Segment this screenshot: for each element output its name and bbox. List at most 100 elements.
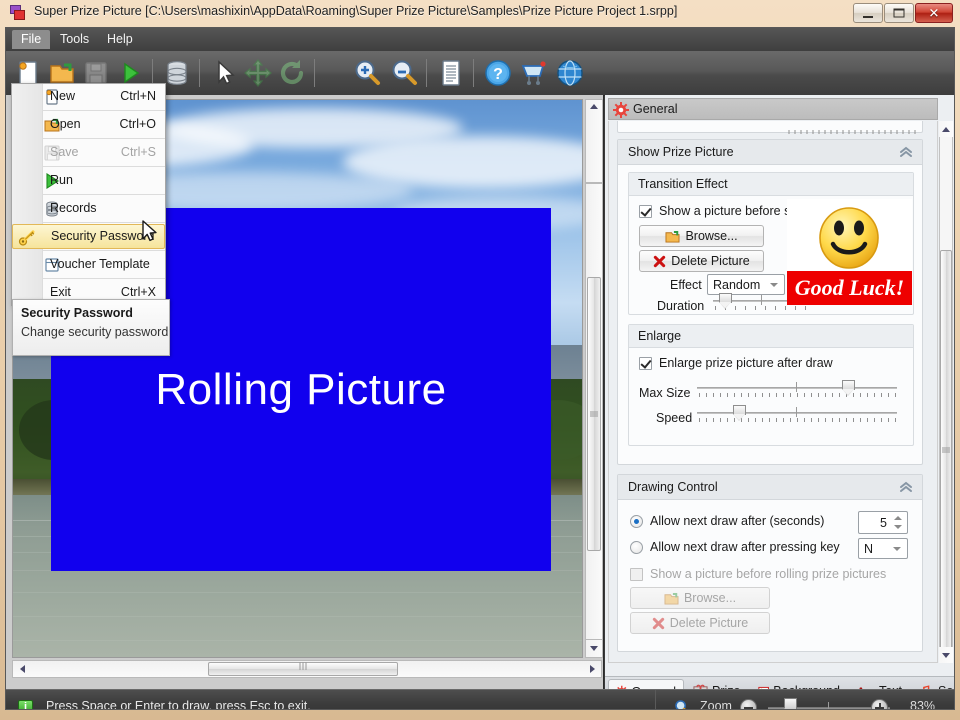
group-partially-scrolled [617, 121, 923, 134]
menu-item-open-label: Open [50, 117, 81, 131]
menu-help[interactable]: Help [98, 30, 142, 49]
key-icon [18, 229, 36, 247]
seconds-spinner[interactable]: 5 [858, 511, 908, 534]
max-size-slider-thumb[interactable] [842, 380, 855, 397]
group-title-drawing-control[interactable]: Drawing Control [618, 475, 922, 500]
toolbar-help-question-icon[interactable]: ? [482, 57, 514, 89]
menu-item-run-label: Run [50, 173, 73, 187]
zoom-label: Zoom [700, 699, 732, 710]
maximize-button[interactable] [884, 3, 914, 23]
browse-button-transition[interactable]: Browse... [639, 225, 764, 247]
tooltip-title: Security Password [21, 306, 133, 320]
group-show-prize-picture: Show Prize Picture Transition Effect Sho… [617, 139, 923, 465]
menu-item-open[interactable]: Open Ctrl+O [12, 112, 165, 137]
checkbox-show-picture-before-rolling [630, 568, 643, 581]
panel-scroll-down-button[interactable] [939, 647, 953, 663]
key-dropdown[interactable]: N [858, 538, 908, 559]
radio-allow-next-draw-seconds[interactable] [630, 515, 643, 528]
app-logo-icon [10, 5, 27, 21]
status-bar: i Press Space or Enter to draw, press Es… [6, 689, 954, 710]
group-title-show-prize-picture[interactable]: Show Prize Picture [618, 140, 922, 165]
delete-picture-button-label: Delete Picture [671, 254, 750, 268]
menu-item-run[interactable]: Run [12, 168, 165, 193]
spinner-up-icon[interactable] [894, 516, 902, 520]
toolbar-separator [426, 59, 427, 87]
chevron-up-icon[interactable] [898, 144, 914, 160]
toolbar-separator [199, 59, 200, 87]
status-message: Press Space or Enter to draw, press Esc … [46, 699, 311, 710]
toolbar-page-icon[interactable] [435, 57, 467, 89]
close-button[interactable]: ✕ [915, 3, 953, 23]
canvas-horizontal-scrollbar[interactable] [12, 660, 602, 678]
canvas-scroll-down-button[interactable] [585, 639, 603, 658]
key-dropdown-value: N [864, 541, 874, 556]
chevron-up-icon[interactable] [898, 479, 914, 495]
panel-vscroll-thumb[interactable] [940, 250, 952, 650]
spinner-down-icon[interactable] [894, 525, 902, 529]
menu-separator [43, 250, 165, 251]
panel-scroll-up-button[interactable] [939, 121, 953, 137]
menu-item-records[interactable]: Records [12, 196, 165, 221]
title-bar[interactable]: Super Prize Picture [C:\Users\mashixin\A… [0, 0, 960, 27]
effect-dropdown-value: Random [713, 277, 761, 292]
toolbar-separator [473, 59, 474, 87]
toolbar-globe-icon[interactable] [554, 57, 586, 89]
menu-separator [43, 194, 165, 195]
canvas-vscroll-thumb[interactable] [587, 277, 601, 551]
speed-slider-ticks [697, 418, 897, 423]
menu-item-records-label: Records [50, 201, 97, 215]
toolbar-zoom-out-icon[interactable] [388, 57, 420, 89]
menu-item-security-password-label: Security Password [51, 229, 155, 243]
browse-button-drawing: Browse... [630, 587, 770, 609]
zoom-out-button[interactable] [740, 699, 757, 709]
menu-item-voucher-template[interactable]: Voucher Template [12, 252, 165, 277]
label-max-size: Max Size [639, 386, 691, 400]
panel-scroll-region: Show Prize Picture Transition Effect Sho… [608, 121, 938, 663]
tooltip-description: Change security password [21, 325, 169, 339]
toolbar-separator [314, 59, 315, 87]
toolbar-select-pointer-icon[interactable] [208, 57, 240, 89]
info-icon: i [18, 700, 33, 709]
menu-file[interactable]: File [12, 30, 51, 49]
group-title-label: Drawing Control [628, 480, 718, 494]
panel-vertical-scrollbar[interactable] [939, 121, 953, 663]
toolbar-zoom-in-icon[interactable] [351, 57, 383, 89]
menu-bar: File Tools Help [6, 28, 954, 51]
checkbox-show-picture-before-prize[interactable] [639, 205, 652, 218]
checkbox-enlarge-prize-picture[interactable] [639, 357, 652, 370]
zoom-in-button[interactable] [871, 699, 888, 709]
toolbar-move-arrows-icon [242, 57, 274, 89]
panel-header-title: General [633, 102, 678, 116]
speed-slider[interactable] [697, 405, 897, 423]
zoom-slider-thumb[interactable] [784, 698, 797, 709]
effect-dropdown[interactable]: Random [707, 274, 785, 295]
magnifier-icon [675, 700, 686, 709]
toolbar-rotate-icon [276, 57, 308, 89]
canvas-scroll-right-button[interactable] [583, 661, 601, 677]
menu-separator [43, 278, 165, 279]
zoom-control-group: Zoom 83% [655, 690, 946, 710]
canvas-hscroll-thumb[interactable] [208, 662, 398, 676]
canvas-scroll-left-button[interactable] [13, 661, 31, 677]
canvas-scroll-up-button[interactable] [585, 99, 603, 183]
chevron-down-icon [590, 646, 598, 651]
speed-slider-thumb[interactable] [733, 405, 746, 422]
label-duration: Duration [657, 299, 705, 313]
minimize-button[interactable] [853, 3, 883, 23]
file-dropdown-menu[interactable]: New Ctrl+N Open Ctrl+O Save Ctrl+S Run R… [11, 83, 170, 356]
canvas-vertical-scrollbar[interactable] [585, 183, 603, 658]
menu-item-new[interactable]: New Ctrl+N [12, 84, 165, 109]
menu-item-open-shortcut: Ctrl+O [119, 117, 156, 131]
zoom-percent-label: 83% [910, 699, 936, 710]
max-size-slider-ticks [697, 393, 897, 398]
max-size-slider[interactable] [697, 380, 897, 398]
radio-allow-next-draw-key[interactable] [630, 541, 643, 554]
mouse-cursor [142, 220, 157, 242]
delete-picture-button-transition[interactable]: Delete Picture [639, 250, 764, 272]
menu-item-save: Save Ctrl+S [12, 140, 165, 165]
duration-slider-thumb[interactable] [719, 293, 732, 310]
seconds-spinner-value: 5 [880, 515, 887, 530]
toolbar-cart-icon[interactable] [518, 57, 550, 89]
subgroup-title-transition-effect: Transition Effect [629, 173, 913, 196]
menu-tools[interactable]: Tools [51, 30, 98, 49]
